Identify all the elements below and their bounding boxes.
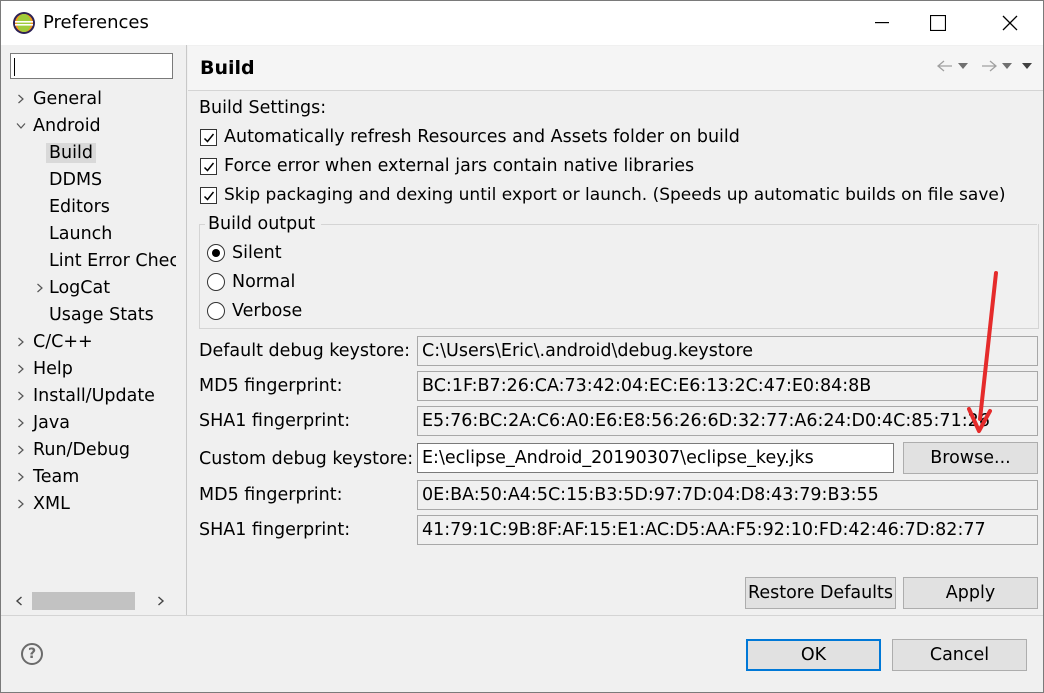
- tree-item-xml[interactable]: XML: [14, 491, 73, 517]
- default-md5-field[interactable]: BC:1F:B7:26:CA:73:42:04:EC:E6:13:2C:47:E…: [417, 371, 1038, 401]
- forward-menu-icon[interactable]: [1001, 62, 1013, 70]
- title-bar: Preferences: [1, 1, 1043, 45]
- checkmark-icon: [203, 162, 215, 172]
- apply-button[interactable]: Apply: [903, 577, 1038, 609]
- chevron-right-icon[interactable]: [14, 491, 28, 517]
- forward-arrow-icon[interactable]: [981, 60, 997, 72]
- custom-sha1-field[interactable]: 41:79:1C:9B:8F:AF:15:E1:AC:D5:AA:F5:92:1…: [417, 515, 1038, 545]
- tree-item-help[interactable]: Help: [14, 356, 76, 382]
- checkbox-force-error[interactable]: [200, 158, 217, 175]
- tree-item-launch[interactable]: Launch: [49, 221, 112, 247]
- radio-silent-label[interactable]: Silent: [232, 242, 282, 264]
- minimize-icon: [875, 22, 889, 24]
- back-menu-icon[interactable]: [957, 62, 969, 70]
- annotation-arrow-icon: [967, 271, 998, 433]
- close-icon: [1002, 15, 1018, 31]
- default-sha1-label: SHA1 fingerprint:: [199, 411, 351, 431]
- default-md5-label: MD5 fingerprint:: [199, 376, 343, 396]
- page-navigation: [937, 60, 1033, 72]
- scrollbar-thumb[interactable]: [32, 592, 135, 610]
- help-button[interactable]: ?: [21, 643, 43, 665]
- tree-item-general[interactable]: General: [14, 86, 105, 112]
- build-settings-label: Build Settings:: [199, 98, 327, 118]
- window-title: Preferences: [43, 12, 149, 33]
- default-keystore-field[interactable]: C:\Users\Eric\.android\debug.keystore: [417, 336, 1038, 366]
- back-arrow-icon[interactable]: [937, 60, 953, 72]
- build-output-legend: Build output: [208, 214, 316, 234]
- chevron-right-icon[interactable]: [33, 275, 47, 301]
- group-border: [199, 224, 205, 225]
- close-button[interactable]: [987, 1, 1033, 45]
- chevron-down-icon[interactable]: [14, 113, 28, 139]
- radio-silent[interactable]: [207, 244, 225, 262]
- filter-input[interactable]: [10, 53, 173, 79]
- custom-keystore-label: Custom debug keystore:: [199, 449, 414, 469]
- maximize-icon: [930, 15, 946, 31]
- chevron-right-icon[interactable]: [14, 410, 28, 436]
- checkbox-skip-packaging[interactable]: [200, 187, 217, 204]
- radio-verbose-label[interactable]: Verbose: [232, 300, 302, 322]
- tree-item-run-debug[interactable]: Run/Debug: [14, 437, 133, 463]
- browse-button[interactable]: Browse...: [903, 442, 1038, 474]
- cancel-button[interactable]: Cancel: [892, 639, 1027, 671]
- tree-item-android[interactable]: Android: [14, 113, 104, 139]
- tree-item-c-cpp[interactable]: C/C++: [14, 329, 96, 355]
- tree-item-lint-error-checking[interactable]: Lint Error Chec: [49, 248, 176, 274]
- checkbox-force-error-label[interactable]: Force error when external jars contain n…: [224, 155, 694, 177]
- tree-item-logcat[interactable]: LogCat: [33, 275, 110, 301]
- chevron-right-icon[interactable]: [14, 437, 28, 463]
- preferences-window: Preferences General Android Build DDMS E…: [0, 0, 1044, 693]
- radio-normal[interactable]: [207, 273, 225, 291]
- view-menu-icon[interactable]: [1021, 62, 1033, 70]
- custom-md5-field[interactable]: 0E:BA:50:A4:5C:15:B3:5D:97:7D:04:D8:43:7…: [417, 480, 1038, 510]
- radio-selected-dot: [212, 249, 220, 257]
- tree-item-ddms[interactable]: DDMS: [49, 167, 102, 193]
- default-keystore-label: Default debug keystore:: [199, 341, 411, 361]
- chevron-right-icon[interactable]: [14, 464, 28, 490]
- custom-keystore-input[interactable]: E:\eclipse_Android_20190307\eclipse_key.…: [417, 443, 894, 473]
- checkbox-auto-refresh-label[interactable]: Automatically refresh Resources and Asse…: [224, 126, 740, 148]
- checkmark-icon: [203, 191, 215, 201]
- chevron-right-icon[interactable]: [14, 86, 28, 112]
- tree-item-build[interactable]: Build: [46, 140, 96, 166]
- build-output-group: [199, 224, 1039, 329]
- radio-normal-label[interactable]: Normal: [232, 271, 295, 293]
- text-caret: [14, 58, 15, 76]
- panel-divider[interactable]: [186, 45, 187, 615]
- default-sha1-field[interactable]: E5:76:BC:2A:C6:A0:E6:E8:56:26:6D:32:77:A…: [417, 406, 1038, 436]
- eclipse-app-icon: [13, 12, 35, 34]
- chevron-right-icon[interactable]: [14, 329, 28, 355]
- tree-item-team[interactable]: Team: [14, 464, 82, 490]
- restore-defaults-button[interactable]: Restore Defaults: [745, 577, 896, 609]
- footer-divider: [1, 615, 1043, 616]
- maximize-button[interactable]: [915, 1, 961, 45]
- group-border: [321, 224, 1037, 225]
- ok-button[interactable]: OK: [746, 639, 881, 671]
- custom-sha1-label: SHA1 fingerprint:: [199, 520, 351, 540]
- page-title: Build: [200, 57, 255, 79]
- tree-item-java[interactable]: Java: [14, 410, 73, 436]
- checkmark-icon: [203, 133, 215, 143]
- tree-item-editors[interactable]: Editors: [49, 194, 110, 220]
- checkbox-skip-packaging-label[interactable]: Skip packaging and dexing until export o…: [224, 184, 1006, 206]
- chevron-right-icon[interactable]: [14, 356, 28, 382]
- scroll-left-icon[interactable]: [15, 596, 23, 606]
- scroll-right-icon[interactable]: [157, 596, 165, 606]
- preference-tree: General Android Build DDMS Editors Launc…: [10, 85, 176, 615]
- checkbox-auto-refresh[interactable]: [200, 129, 217, 146]
- custom-md5-label: MD5 fingerprint:: [199, 485, 343, 505]
- tree-item-usage-stats[interactable]: Usage Stats: [49, 302, 154, 328]
- radio-verbose[interactable]: [207, 302, 225, 320]
- tree-horizontal-scrollbar[interactable]: [10, 589, 176, 613]
- minimize-button[interactable]: [859, 1, 905, 45]
- tree-item-install-update[interactable]: Install/Update: [14, 383, 158, 409]
- chevron-right-icon[interactable]: [14, 383, 28, 409]
- page-header: Build: [188, 46, 1043, 91]
